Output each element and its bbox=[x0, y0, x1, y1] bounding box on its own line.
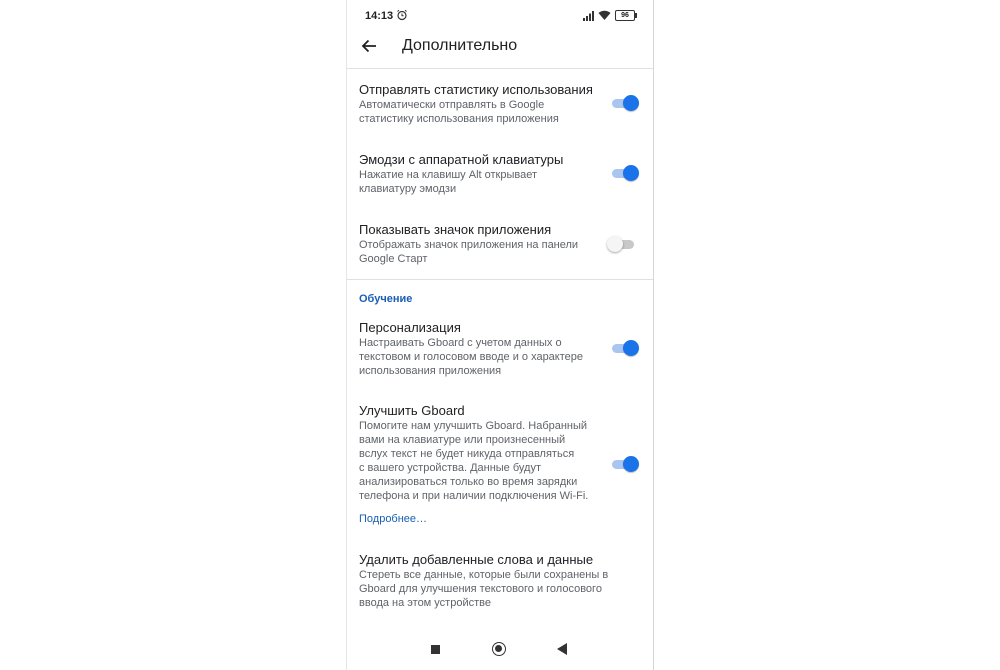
section-header-learning: Обучение bbox=[359, 293, 413, 305]
setting-subtitle-line: использования приложения bbox=[359, 365, 502, 377]
show-app-icon-toggle[interactable] bbox=[607, 236, 637, 252]
home-icon[interactable] bbox=[492, 642, 506, 656]
app-bar: Дополнительно bbox=[347, 32, 653, 68]
battery-icon: 96 bbox=[615, 10, 637, 21]
setting-subtitle-line: Настраивать Gboard с учетом данных о bbox=[359, 337, 562, 349]
setting-subtitle-line: ввода на этом устройстве bbox=[359, 597, 491, 609]
setting-subtitle-line: вами на клавиатуре или произнесенный bbox=[359, 434, 566, 446]
setting-show-app-icon[interactable]: Показывать значок приложения Отображать … bbox=[359, 222, 649, 266]
improve-gboard-toggle[interactable] bbox=[609, 456, 639, 472]
learn-more-link[interactable]: Подробнее… bbox=[359, 513, 427, 525]
page-title: Дополнительно bbox=[402, 37, 518, 54]
signal-icon bbox=[583, 11, 594, 21]
setting-personalization[interactable]: Персонализация Настраивать Gboard с учет… bbox=[359, 320, 649, 378]
status-time: 14:13 bbox=[365, 10, 394, 22]
toggle-thumb bbox=[623, 340, 639, 356]
personalization-toggle[interactable] bbox=[609, 340, 639, 356]
setting-subtitle-line: Gboard для улучшения текстового и голосо… bbox=[359, 583, 602, 595]
setting-subtitle-line: Нажатие на клавишу Alt открывает bbox=[359, 169, 538, 181]
recents-icon[interactable] bbox=[431, 645, 440, 654]
setting-improve-gboard[interactable]: Улучшить Gboard Помогите нам улучшить Gb… bbox=[359, 403, 649, 503]
setting-subtitle-line: Стереть все данные, которые были сохране… bbox=[359, 569, 609, 581]
system-nav-bar bbox=[347, 632, 653, 670]
status-bar: 14:13 96 bbox=[347, 0, 653, 32]
nav-back-icon[interactable] bbox=[557, 643, 567, 655]
setting-title: Персонализация bbox=[359, 320, 461, 335]
usage-stats-toggle[interactable] bbox=[609, 95, 639, 111]
setting-title: Улучшить Gboard bbox=[359, 403, 465, 418]
setting-subtitle-line: телефона и при наличии подключения Wi-Fi… bbox=[359, 490, 589, 502]
toggle-thumb bbox=[623, 95, 639, 111]
setting-subtitle-line: статистику использования приложения bbox=[359, 113, 559, 125]
alarm-icon bbox=[397, 9, 407, 21]
arrow-back-icon[interactable] bbox=[359, 36, 379, 56]
setting-delete-data[interactable]: Удалить добавленные слова и данные Стере… bbox=[359, 552, 649, 610]
toggle-thumb bbox=[623, 165, 639, 181]
setting-title: Эмодзи с аппаратной клавиатуры bbox=[359, 152, 564, 167]
setting-title: Показывать значок приложения bbox=[359, 222, 552, 237]
toggle-thumb bbox=[623, 456, 639, 472]
setting-subtitle-line: Google Старт bbox=[359, 253, 428, 265]
setting-subtitle-line: Помогите нам улучшить Gboard. Набранный bbox=[359, 420, 588, 432]
wifi-icon bbox=[598, 10, 611, 20]
hardware-emoji-toggle[interactable] bbox=[609, 165, 639, 181]
header-divider bbox=[347, 68, 653, 69]
setting-hardware-emoji[interactable]: Эмодзи с аппаратной клавиатуры Нажатие н… bbox=[359, 152, 649, 196]
setting-subtitle-line: с вашего устройства. Данные будут bbox=[359, 462, 542, 474]
setting-subtitle-line: Отображать значок приложения на панели bbox=[359, 239, 579, 251]
setting-title: Отправлять статистику использования bbox=[359, 82, 593, 97]
section-divider bbox=[347, 279, 653, 280]
setting-subtitle-line: вслух текст не будет никуда отправляться bbox=[359, 448, 575, 460]
setting-subtitle-line: клавиатуру эмодзи bbox=[359, 183, 457, 195]
setting-usage-stats[interactable]: Отправлять статистику использования Авто… bbox=[359, 82, 649, 126]
phone-screen: 14:13 96 Дополнительно Отправлять статис… bbox=[346, 0, 654, 670]
setting-subtitle-line: текстовом и голосовом вводе и о характер… bbox=[359, 351, 584, 363]
setting-subtitle-line: анализироваться только во время зарядки bbox=[359, 476, 578, 488]
setting-title: Удалить добавленные слова и данные bbox=[359, 552, 594, 567]
setting-subtitle-line: Автоматически отправлять в Google bbox=[359, 99, 545, 111]
toggle-thumb bbox=[607, 236, 623, 252]
